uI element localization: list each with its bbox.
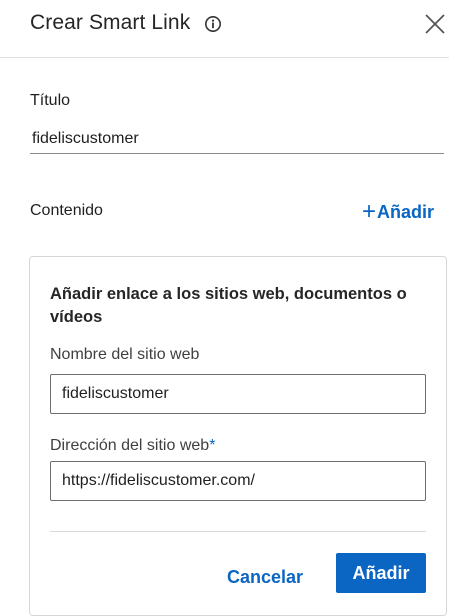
- site-url-label-wrapper: Dirección del sitio web*: [50, 437, 215, 455]
- site-url-label: Dirección del sitio web: [50, 437, 210, 454]
- add-content-label: Añadir: [377, 201, 435, 222]
- site-name-label: Nombre del sitio web: [50, 346, 200, 363]
- plus-icon: +: [362, 198, 377, 225]
- site-url-input[interactable]: [50, 461, 426, 501]
- content-label: Contenido: [30, 202, 103, 219]
- close-icon[interactable]: [423, 12, 447, 36]
- card-heading: Añadir enlace a los sitios web, document…: [50, 285, 407, 326]
- cancel-button[interactable]: Cancelar: [221, 559, 309, 595]
- add-link-button[interactable]: Añadir: [336, 553, 426, 593]
- title-input[interactable]: [30, 124, 444, 154]
- card-divider: [50, 531, 426, 532]
- info-icon[interactable]: [204, 15, 222, 33]
- dialog-title: Crear Smart Link: [30, 11, 191, 34]
- dialog-header: Crear Smart Link: [0, 0, 449, 58]
- add-content-button[interactable]: + Añadir: [362, 199, 434, 225]
- required-marker: *: [209, 437, 216, 454]
- link-card: Añadir enlace a los sitios web, document…: [29, 256, 447, 616]
- title-label: Título: [30, 92, 71, 109]
- site-name-input[interactable]: [50, 374, 426, 414]
